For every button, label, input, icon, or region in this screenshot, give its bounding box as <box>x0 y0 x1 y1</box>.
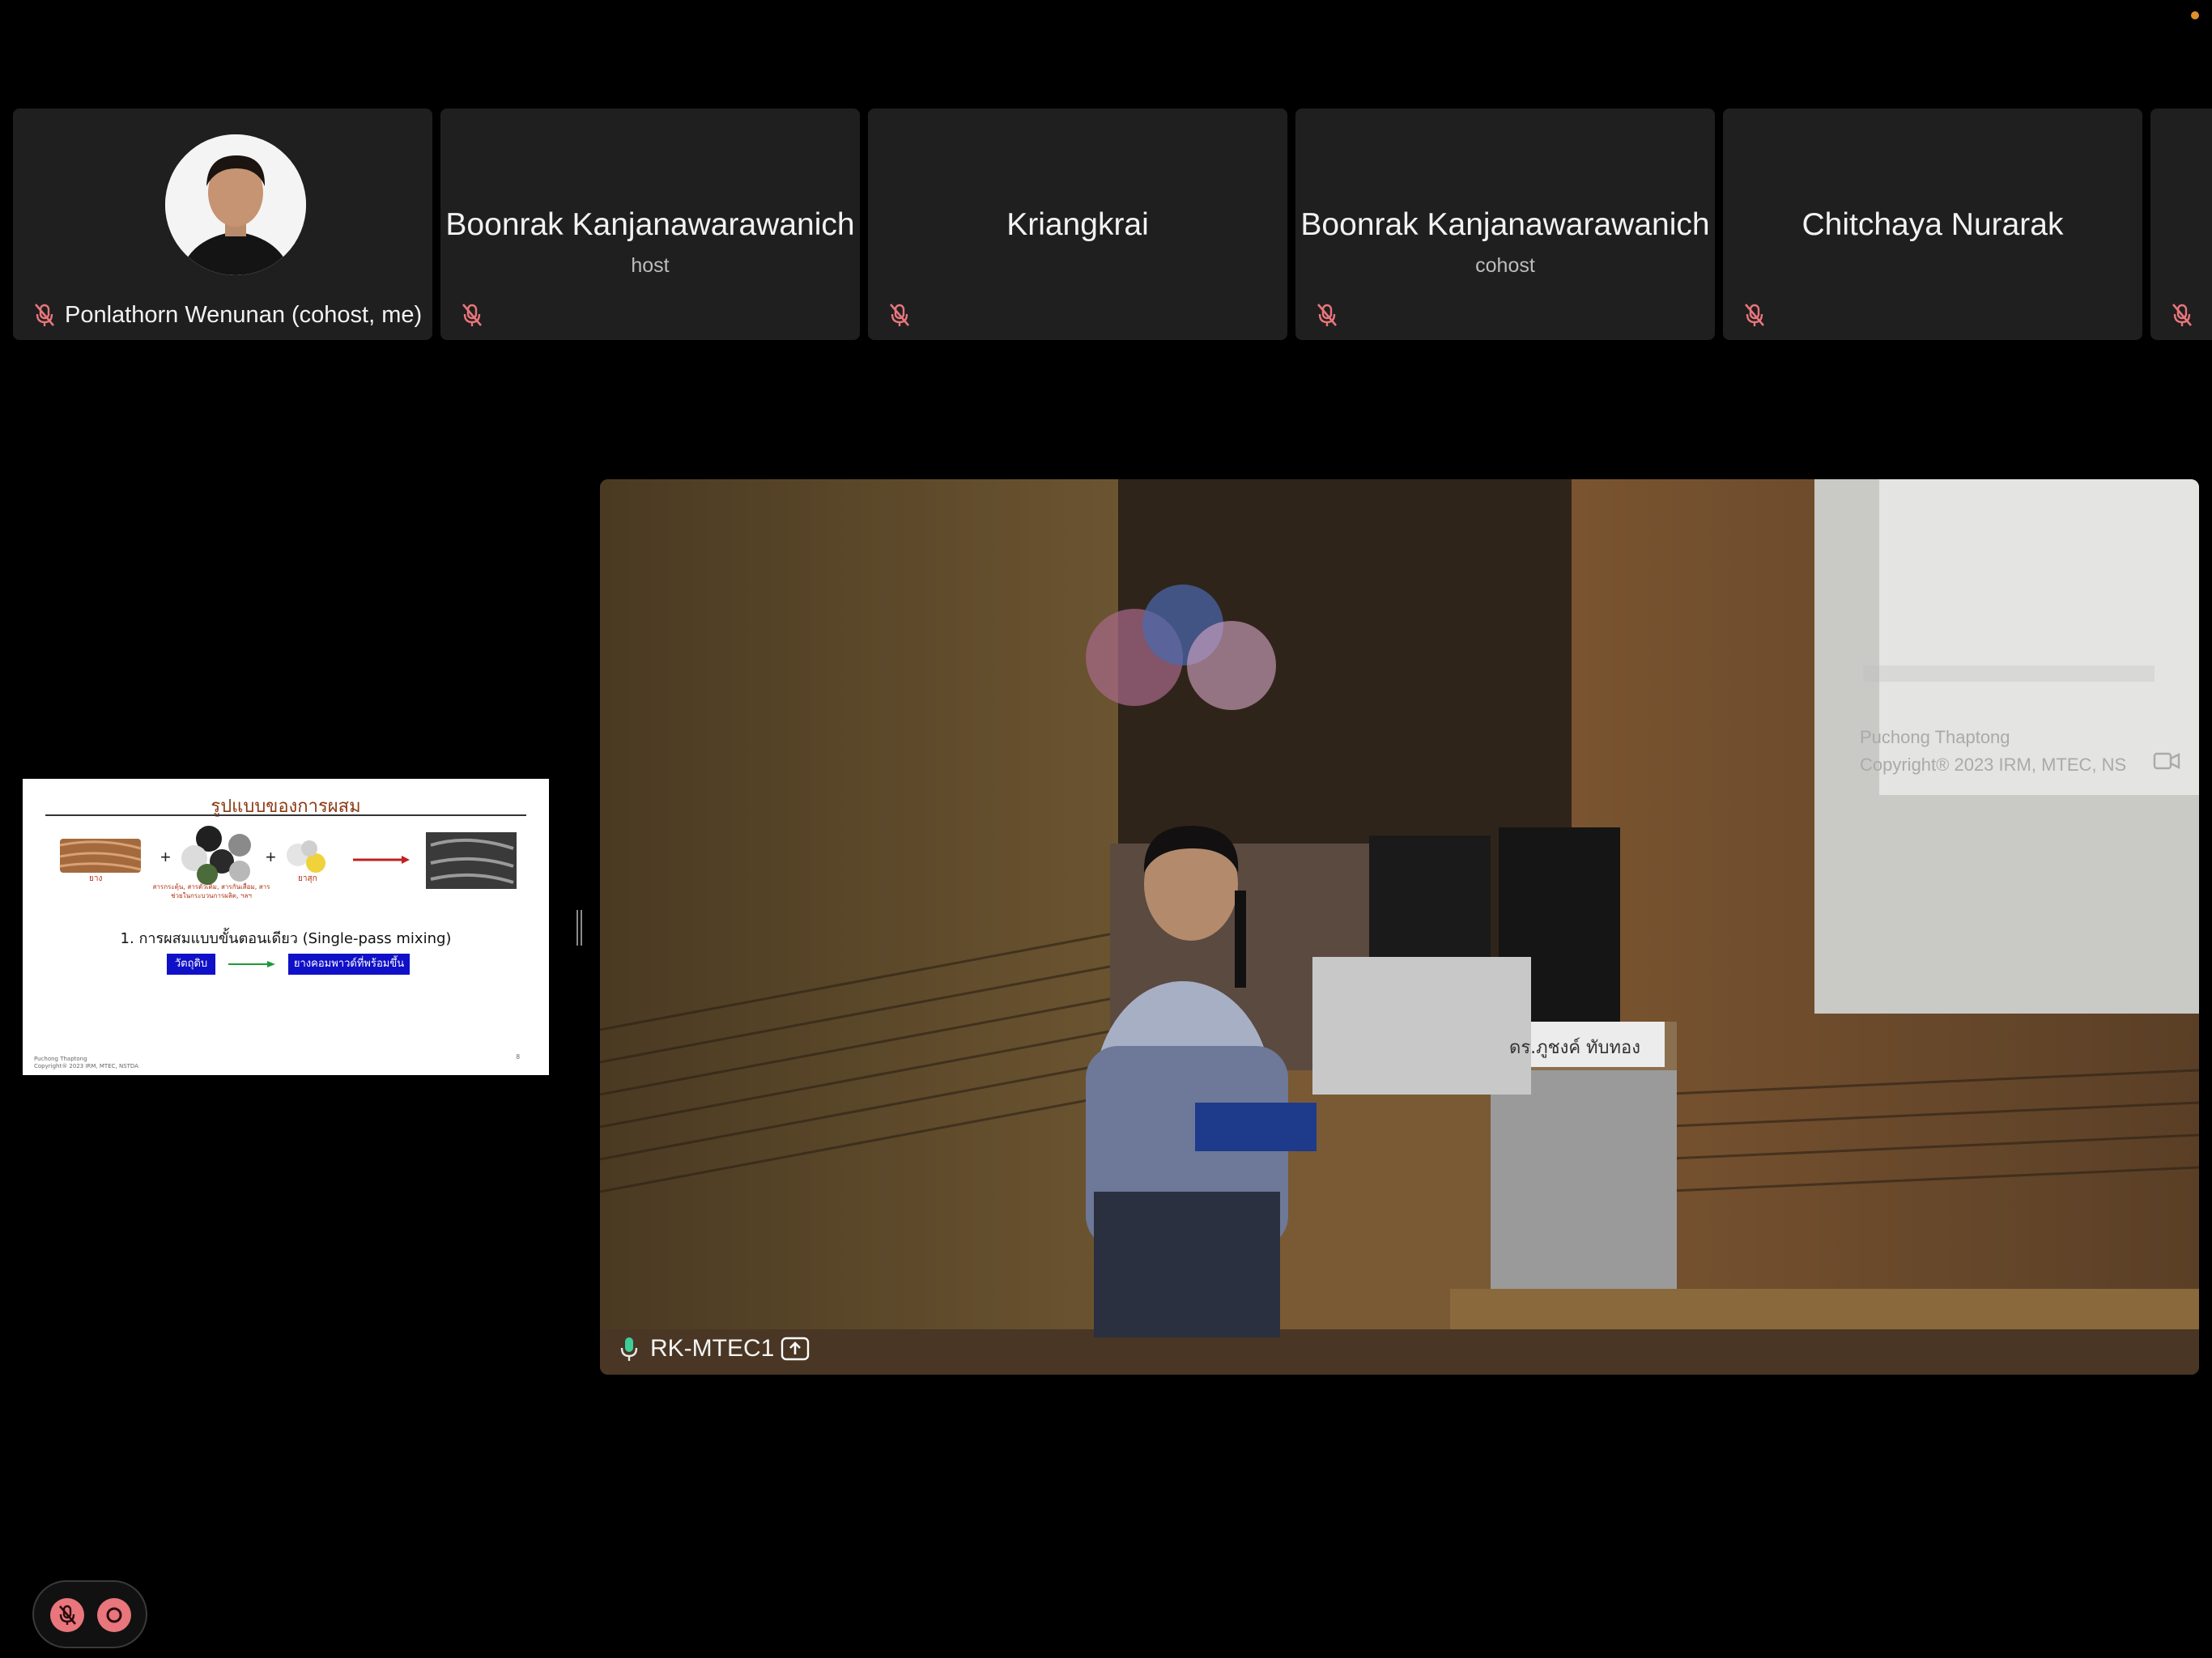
muted-mic-icon <box>31 301 58 329</box>
main-video[interactable]: ดร.ภูชงค์ ทับทอง Puchong Thaptong Copyri… <box>600 479 2199 1375</box>
projector-author: Puchong Thaptong <box>1860 727 2010 747</box>
active-mic-icon <box>619 1335 639 1363</box>
participant-tile-kriangkrai[interactable]: Kriangkrai <box>868 108 1287 340</box>
speaker-label: RK-MTEC1 <box>619 1333 810 1365</box>
muted-mic-icon <box>2168 301 2196 329</box>
participant-label: Ponlathorn Wenunan (cohost, me) <box>65 302 423 328</box>
slide-text-line: 1. การผสมแบบขั้นตอนเดียว (Single-pass mi… <box>120 930 452 947</box>
slide-footer-copyright: Copyright® 2023 IRM, MTEC, NSTDA <box>34 1063 138 1069</box>
slide-caption-rubber: ยาง <box>89 874 103 883</box>
muted-mic-icon <box>886 301 913 329</box>
participant-tile-chitchaya[interactable]: Chitchaya Nurarak <box>1723 108 2142 340</box>
projector-camera-icon <box>2153 750 2180 776</box>
status-dot <box>2191 11 2199 19</box>
slide-footer-author: Puchong Thaptong <box>34 1056 87 1062</box>
participant-role: host <box>631 254 670 277</box>
nameplate-text: ดร.ภูชงค์ ทับทอง <box>1509 1038 1640 1058</box>
participant-tile-partial[interactable] <box>2150 108 2212 340</box>
speaker-video-frame <box>600 479 2199 1375</box>
muted-mic-icon <box>458 301 486 329</box>
projector-copyright: Copyright® 2023 IRM, MTEC, NS <box>1860 755 2127 775</box>
svg-text:+: + <box>160 847 171 867</box>
slide-caption-cured: ยาสุก <box>298 874 317 883</box>
participant-name: Boonrak Kanjanawarawanich <box>445 207 855 242</box>
muted-mic-icon <box>1313 301 1341 329</box>
participant-name: Boonrak Kanjanawarawanich <box>1300 207 1710 242</box>
camera-toggle-button[interactable] <box>97 1598 131 1632</box>
resize-handle[interactable] <box>576 910 583 946</box>
avatar <box>165 134 306 275</box>
slide-box-raw: วัตถุดิบ <box>167 954 215 975</box>
participant-name: Kriangkrai <box>1006 207 1149 242</box>
slide-box-compound: ยางคอมพาวด์ที่พร้อมขึ้นรูป <box>288 954 410 991</box>
shared-screen-thumbnail[interactable]: รูปแบบของการผสม + + ยาง สารกระตุ้น, สารต… <box>23 779 549 1075</box>
participant-tile-host[interactable]: Boonrak Kanjanawarawanich host <box>440 108 860 340</box>
speaker-name: RK-MTEC1 <box>650 1335 775 1362</box>
participant-strip[interactable]: Ponlathorn Wenunan (cohost, me) Boonrak … <box>0 108 2212 342</box>
slide-divider <box>45 814 526 816</box>
participant-tile-cohost[interactable]: Boonrak Kanjanawarawanich cohost <box>1295 108 1715 340</box>
slide-arrow-green <box>228 961 275 967</box>
projector-text: Puchong Thaptong Copyright® 2023 IRM, MT… <box>1860 724 2126 779</box>
screen-share-icon <box>781 1337 810 1361</box>
muted-mic-icon <box>59 1605 76 1625</box>
svg-text:+: + <box>266 847 276 867</box>
slide-page-number: 8 <box>516 1053 520 1061</box>
participant-tile-self[interactable]: Ponlathorn Wenunan (cohost, me) <box>13 108 432 340</box>
mute-toggle-button[interactable] <box>50 1598 84 1632</box>
participant-name: Chitchaya Nurarak <box>1802 207 2064 242</box>
muted-mic-icon <box>1741 301 1768 329</box>
camera-off-icon <box>106 1607 122 1623</box>
slide-caption-additives: สารกระตุ้น, สารตัวเติม, สารกันเสื่อม, สา… <box>152 883 270 899</box>
participant-role: cohost <box>1475 254 1535 277</box>
slide-footer: Puchong Thaptong Copyright® 2023 IRM, MT… <box>34 1056 138 1070</box>
call-controls <box>32 1580 147 1648</box>
